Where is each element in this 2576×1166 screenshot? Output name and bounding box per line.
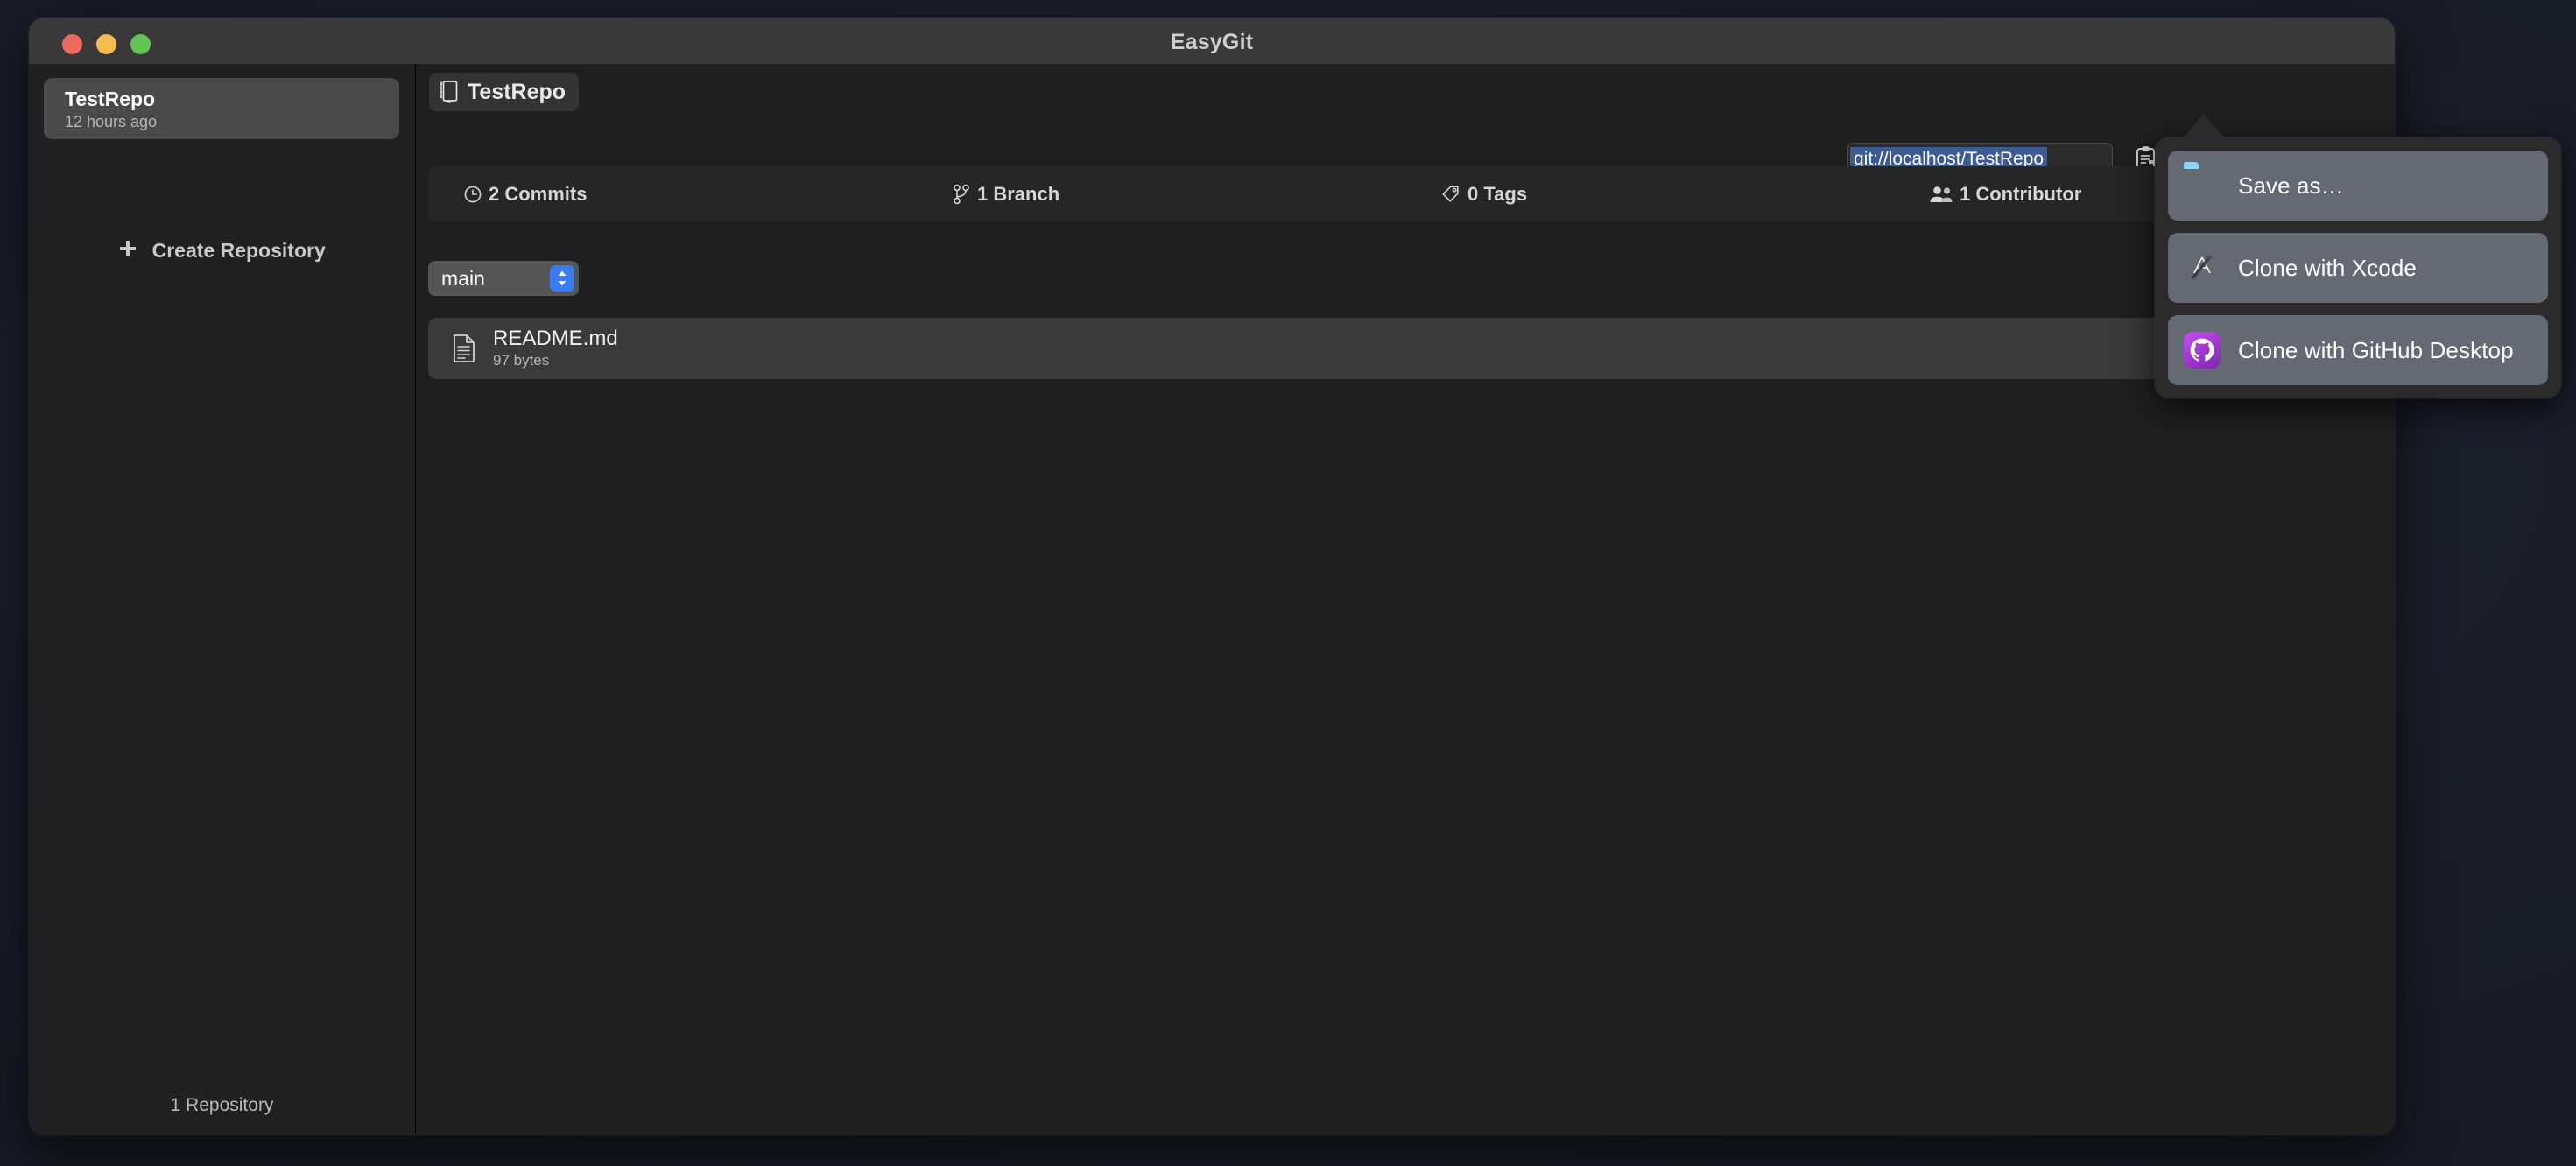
window-title: EasyGit [1170, 30, 1254, 54]
clock-icon [463, 185, 482, 204]
file-list: README.md 97 bytes [428, 318, 2382, 379]
people-icon [1929, 185, 1953, 204]
repo-header-label: TestRepo [468, 79, 567, 104]
repository-count-label: 1 Repository [170, 1095, 274, 1115]
xcode-app-icon [2184, 249, 2221, 286]
stat-branches[interactable]: 1 Branch [917, 183, 1405, 206]
plus-icon [118, 240, 137, 259]
github-desktop-icon [2184, 332, 2221, 369]
popover-item-clone-github-desktop-label: Clone with GitHub Desktop [2238, 336, 2514, 363]
repo-header-pill[interactable]: TestRepo [429, 73, 580, 111]
popover-item-clone-github-desktop[interactable]: Clone with GitHub Desktop [2168, 315, 2548, 385]
sidebar-repo-name: TestRepo [65, 88, 156, 110]
document-icon [451, 334, 477, 363]
create-repository-label: Create Repository [151, 239, 326, 262]
sidebar: TestRepo 12 hours ago Create Repository … [29, 64, 416, 1135]
file-row-readme[interactable]: README.md 97 bytes [428, 318, 2382, 379]
popover-item-clone-xcode-label: Clone with Xcode [2238, 254, 2417, 281]
stat-tags-label: 0 Tags [1467, 182, 1528, 205]
stat-tags[interactable]: 0 Tags [1405, 183, 1894, 206]
create-repository-button[interactable]: Create Repository [29, 239, 415, 263]
app-window: EasyGit TestRepo 12 hours ago Create Rep… [29, 18, 2395, 1135]
chevron-up-down-icon[interactable] [550, 265, 574, 292]
file-name: README.md [493, 327, 618, 350]
file-size: 97 bytes [493, 352, 550, 369]
popover-arrow [2183, 116, 2225, 140]
repo-stats-bar: 2 Commits 1 Branch 0 Tags 1 Contributor [428, 166, 2382, 221]
file-meta: README.md 97 bytes [493, 327, 618, 370]
branch-selector-value: main [441, 266, 485, 290]
sidebar-item-testrepo[interactable]: TestRepo 12 hours ago [44, 78, 399, 139]
stat-commits-label: 2 Commits [489, 182, 588, 205]
popover-item-clone-xcode[interactable]: Clone with Xcode [2168, 233, 2548, 303]
book-icon [439, 80, 460, 104]
clone-options-popover: Save as… Clone with Xcode Clone with Git… [2155, 137, 2561, 398]
sidebar-repo-modified: 12 hours ago [65, 113, 158, 130]
branch-icon [952, 184, 971, 205]
window-body: TestRepo 12 hours ago Create Repository … [29, 64, 2395, 1135]
stat-branches-label: 1 Branch [977, 182, 1060, 205]
content-pane: TestRepo git://localhost/TestRepo 2 Comm… [416, 64, 2395, 1135]
tag-icon [1440, 184, 1461, 205]
stat-commits[interactable]: 2 Commits [428, 183, 917, 206]
branch-selector[interactable]: main [428, 261, 579, 296]
blue-folder-icon [2184, 167, 2221, 204]
popover-item-save-as[interactable]: Save as… [2168, 151, 2548, 221]
stat-contributors-label: 1 Contributor [1960, 182, 2082, 205]
window-titlebar: EasyGit [29, 18, 2395, 65]
popover-item-save-as-label: Save as… [2238, 172, 2344, 199]
